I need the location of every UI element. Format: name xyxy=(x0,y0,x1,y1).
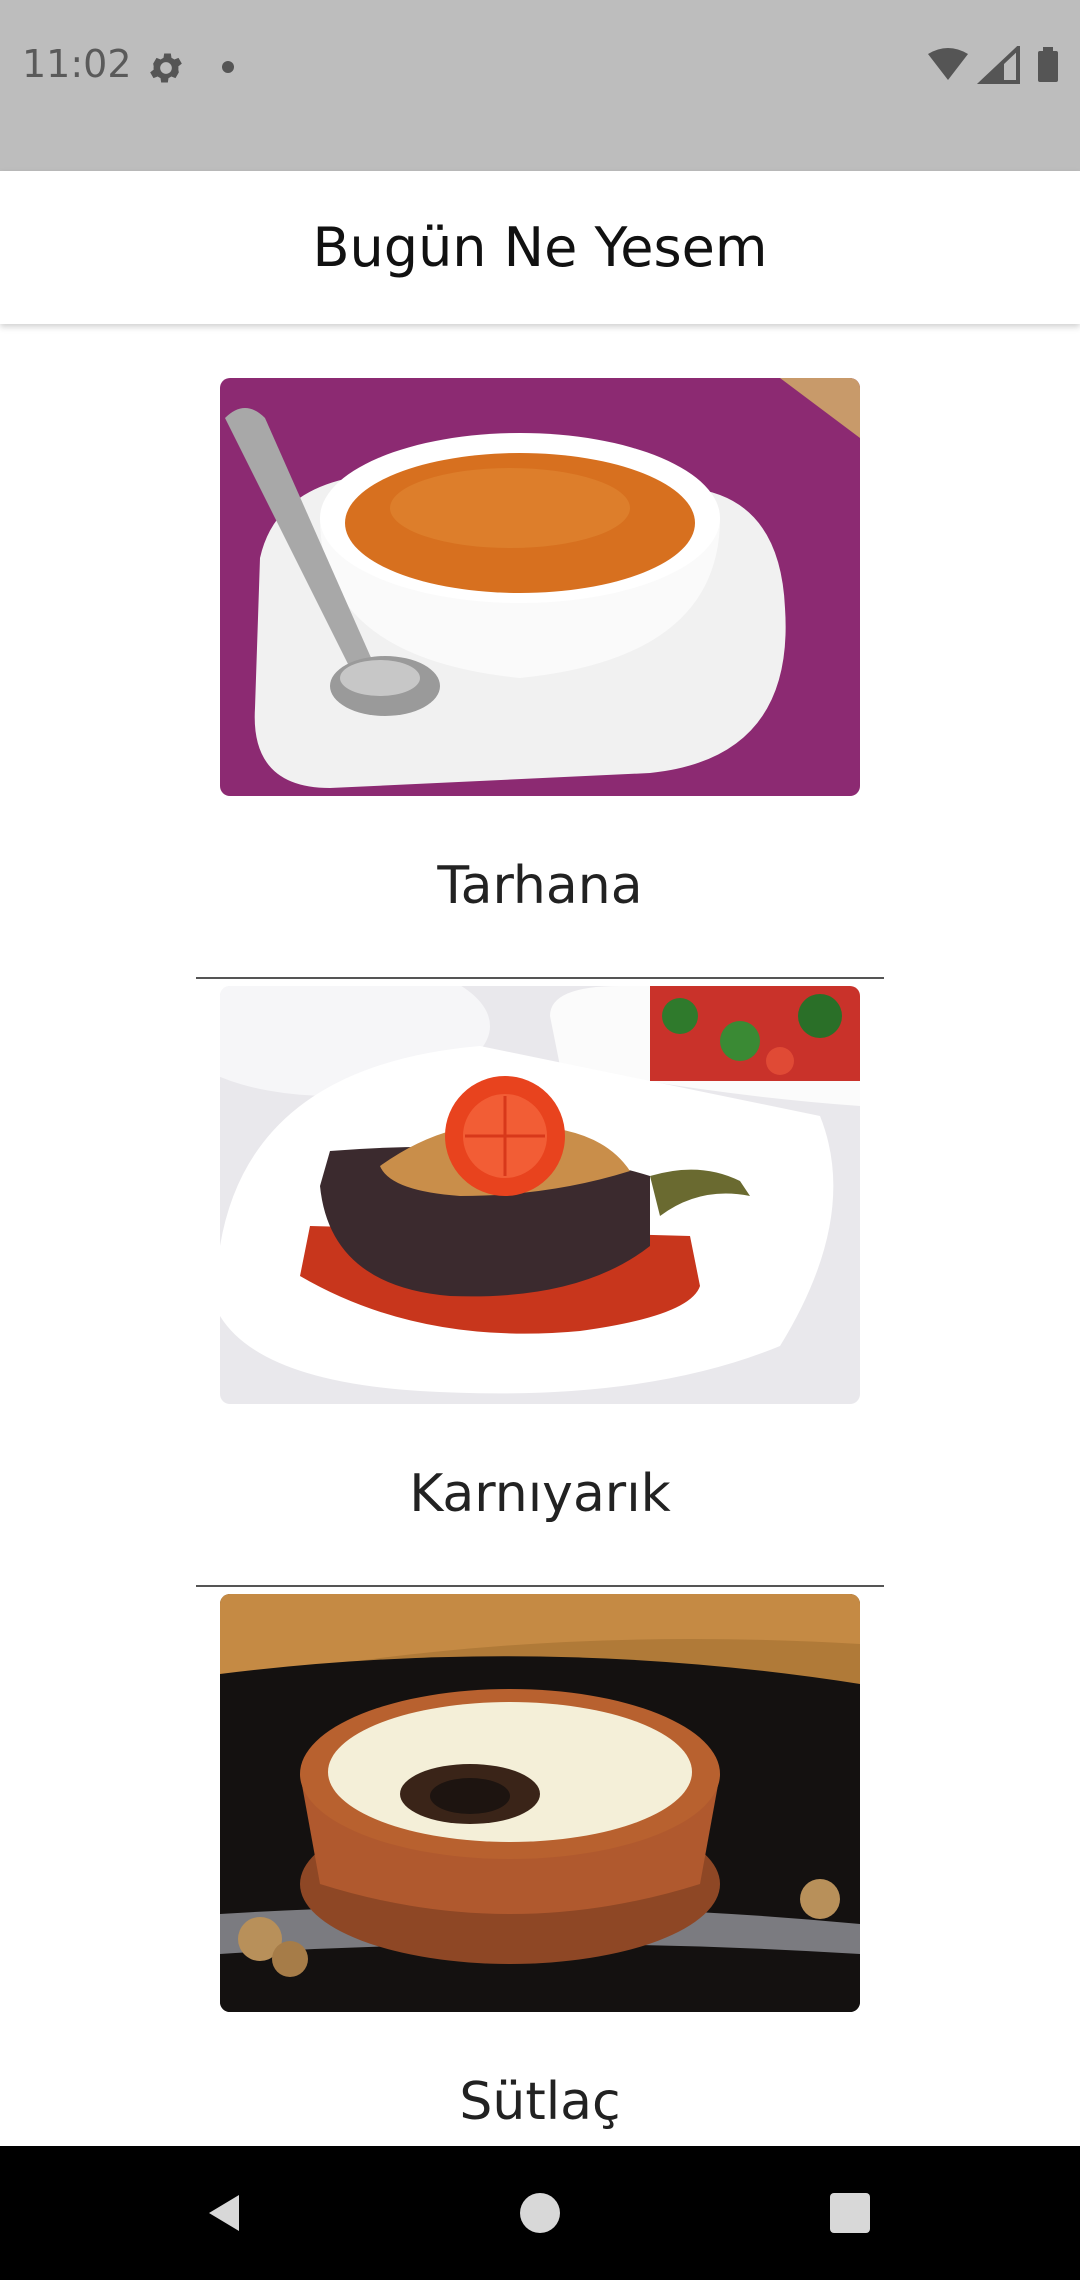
divider xyxy=(196,1585,884,1587)
food-list[interactable]: Tarhana Karnıyarık Sütlaç xyxy=(0,324,1080,2146)
home-icon xyxy=(520,2193,560,2233)
list-item-sutlac[interactable]: Sütlaç xyxy=(196,1594,884,2146)
recents-icon xyxy=(830,2193,870,2233)
tarhana-soup-image xyxy=(220,378,860,796)
food-name: Sütlaç xyxy=(459,2072,621,2132)
status-indicators xyxy=(928,46,1058,84)
page-title: Bugün Ne Yesem xyxy=(312,216,768,279)
battery-icon xyxy=(1038,47,1058,82)
karniyarik-eggplant-image xyxy=(220,986,860,1404)
status-bar: 11:02 xyxy=(0,0,1080,171)
food-name: Karnıyarık xyxy=(409,1464,671,1524)
back-icon xyxy=(209,2195,239,2231)
notification-dot-icon xyxy=(222,61,234,73)
back-button[interactable] xyxy=(165,2146,285,2280)
list-item-tarhana[interactable]: Tarhana xyxy=(196,378,884,979)
settings-icon xyxy=(150,53,182,83)
home-button[interactable] xyxy=(480,2146,600,2280)
recents-button[interactable] xyxy=(790,2146,910,2280)
food-name: Tarhana xyxy=(437,856,643,916)
navigation-bar xyxy=(0,2146,1080,2280)
app-bar: Bugün Ne Yesem xyxy=(0,171,1080,324)
list-item-karniyarik[interactable]: Karnıyarık xyxy=(196,986,884,1587)
signal-icon xyxy=(976,46,1020,84)
wifi-icon xyxy=(928,48,968,80)
sutlac-rice-pudding-image xyxy=(220,1594,860,2012)
status-time: 11:02 xyxy=(22,42,132,86)
divider xyxy=(196,977,884,979)
